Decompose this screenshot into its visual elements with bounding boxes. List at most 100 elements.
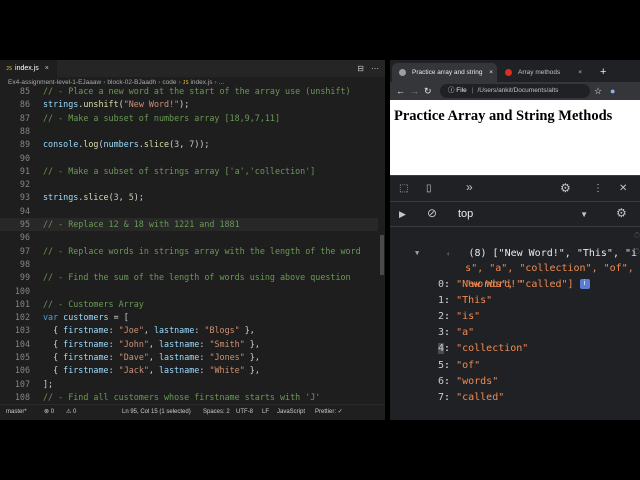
console-output[interactable]: ‹ (8) ["New Word!", "This", "i s", "a", …	[390, 228, 640, 420]
code-token: :	[108, 365, 119, 376]
code-token: unshift	[83, 99, 119, 110]
code-token: // - Make a subset of numbers array [18,…	[43, 112, 280, 123]
profile-avatar[interactable]: ●	[610, 82, 615, 100]
editor-actions: ⊟ ⋯	[350, 62, 379, 75]
settings-gear-icon[interactable]: ⚙	[560, 180, 571, 196]
code-line[interactable]: 102 var customers = [	[0, 311, 378, 324]
code-line[interactable]: 92	[0, 178, 378, 191]
page-viewport: Practice Array and String Methods	[390, 100, 640, 175]
code-line[interactable]: 96	[0, 231, 378, 244]
code-line[interactable]: 88	[0, 125, 378, 138]
array-item-row: 5: "of"	[438, 359, 481, 371]
site-info-chip[interactable]: ⓘ File	[448, 87, 467, 94]
inspect-element-icon[interactable]: ⬚	[399, 181, 408, 197]
line-number: 94	[19, 205, 30, 216]
code-line[interactable]: 90	[0, 152, 378, 165]
code-line[interactable]: 100	[0, 285, 378, 298]
js-file-icon: JS	[6, 66, 13, 72]
line-number: 93	[19, 192, 30, 203]
code-line[interactable]: 106 { firstname: "Jack", lastname: "Whit…	[0, 364, 378, 377]
code-token: {	[43, 352, 64, 362]
scrollbar-thumb[interactable]	[380, 235, 384, 275]
context-selector[interactable]: top ▼	[458, 206, 594, 223]
code-text: // - Replace 12 & 18 with 1221 and 1881	[43, 218, 240, 231]
code-line[interactable]: 87 // - Make a subset of numbers array [1…	[0, 112, 378, 125]
code-line[interactable]: 99 // - Find the sum of the length of wor…	[0, 271, 378, 284]
expand-triangle-icon[interactable]: ▼	[415, 249, 419, 257]
close-devtools-icon[interactable]: ✕	[619, 181, 627, 197]
close-icon[interactable]: ×	[45, 65, 49, 72]
code-token: "Jack"	[118, 365, 149, 376]
new-tab-button[interactable]: +	[600, 63, 606, 82]
code-line[interactable]: 85 // - Place a new word at the start of …	[0, 85, 378, 98]
device-toolbar-icon[interactable]: ▯	[426, 181, 432, 197]
code-line[interactable]: 93 strings.slice(3, 5);	[0, 191, 378, 204]
code-line[interactable]: 103 { firstname: "Joe", lastname: "Blogs…	[0, 324, 378, 337]
code-token: "Blogs"	[204, 325, 240, 336]
forward-button[interactable]: →	[410, 82, 419, 100]
code-line[interactable]: 105 { firstname: "Dave", lastname: "Jone…	[0, 351, 378, 364]
code-area[interactable]: 85 // - Place a new word at the start of …	[0, 85, 378, 405]
code-token: ,	[148, 338, 160, 349]
array-value: "called"	[456, 391, 505, 403]
line-number: 103	[14, 325, 30, 336]
code-line[interactable]: 98	[0, 258, 378, 271]
code-text: strings.unshift("New Word!");	[43, 98, 189, 111]
editor-tab-index-js[interactable]: JS index.js ×	[0, 60, 57, 77]
line-number: 101	[14, 298, 30, 309]
console-sidebar-icon[interactable]: ▶	[399, 206, 406, 222]
indentation-status[interactable]: Spaces: 2	[203, 405, 230, 420]
errors-status[interactable]: ⊗ 0	[44, 405, 54, 420]
reload-button[interactable]: ↻	[424, 82, 432, 100]
git-branch-status[interactable]: master*	[6, 405, 27, 420]
code-token: },	[244, 352, 260, 362]
code-line[interactable]: 95 // - Replace 12 & 18 with 1221 and 188…	[0, 218, 378, 232]
code-token: lastname	[153, 325, 195, 336]
close-icon[interactable]: ×	[578, 63, 582, 82]
code-token: ,	[148, 365, 160, 376]
eol-status[interactable]: LF	[262, 405, 269, 420]
split-editor-icon[interactable]: ⊟	[357, 64, 364, 73]
code-line[interactable]: 91 // - Make a subset of strings array ['…	[0, 165, 378, 178]
code-token: // - Place a new word at the start of th…	[43, 86, 351, 96]
code-token: "New Word!"	[123, 99, 180, 110]
code-token: :	[108, 352, 119, 362]
close-icon[interactable]: ×	[489, 63, 493, 82]
line-number: 102	[14, 312, 30, 323]
clear-console-icon[interactable]: ⊘	[427, 205, 437, 221]
back-button[interactable]: ←	[396, 82, 405, 100]
more-tabs-icon[interactable]: »	[466, 179, 473, 195]
code-editor[interactable]: JS index.js × ⊟ ⋯ Ex4-assignment-level-1-EJ…	[0, 60, 385, 420]
line-number: 107	[14, 378, 30, 389]
warnings-status[interactable]: ⚠ 0	[66, 405, 76, 420]
more-options-icon[interactable]: ⋮	[593, 181, 603, 197]
console-settings-icon[interactable]: ⚙	[616, 205, 627, 221]
browser-tab-strip: Practice array and string × Array method…	[390, 60, 640, 82]
code-token: ,	[118, 192, 129, 203]
code-line[interactable]: 89 console.log(numbers.slice(3, 7));	[0, 138, 378, 151]
cursor-position-status[interactable]: Ln 95, Col 15 (1 selected)	[122, 405, 191, 420]
encoding-status[interactable]: UTF-8	[236, 405, 253, 420]
code-line[interactable]: 104 { firstname: "John", lastname: "Smit…	[0, 338, 378, 351]
formatter-status[interactable]: Prettier: ✓	[315, 405, 343, 420]
browser-tab-array-methods[interactable]: Array methods ×	[498, 63, 586, 82]
code-line[interactable]: 94	[0, 205, 378, 218]
code-token: = [	[108, 312, 129, 323]
code-text: { firstname: "Jack", lastname: "White" }…	[43, 364, 260, 377]
code-line[interactable]: 97 // - Replace words in strings array wi…	[0, 245, 378, 258]
star-icon[interactable]: ☆	[594, 82, 602, 100]
code-text: // - Replace words in strings array with…	[43, 245, 361, 258]
more-actions-icon[interactable]: ⋯	[371, 64, 379, 73]
code-line[interactable]: 108 // - Find all customers whose firstna…	[0, 391, 378, 404]
line-number: 108	[14, 391, 30, 402]
code-line[interactable]: 107];	[0, 378, 378, 391]
array-item-row: 2: "is"	[438, 311, 481, 323]
console-log-entry[interactable]: ‹ (8) ["New Word!", "This", "i	[398, 230, 640, 259]
code-token: :	[108, 338, 119, 349]
language-status[interactable]: JavaScript	[277, 405, 305, 420]
code-line[interactable]: 101 // - Customers Array	[0, 298, 378, 311]
code-line[interactable]: 86 strings.unshift("New Word!");	[0, 98, 378, 111]
line-number: 100	[14, 285, 30, 296]
address-bar[interactable]: ⓘ File |/Users/ankit/Documents/alts	[440, 84, 590, 98]
browser-tab-practice[interactable]: Practice array and string ×	[392, 63, 497, 82]
